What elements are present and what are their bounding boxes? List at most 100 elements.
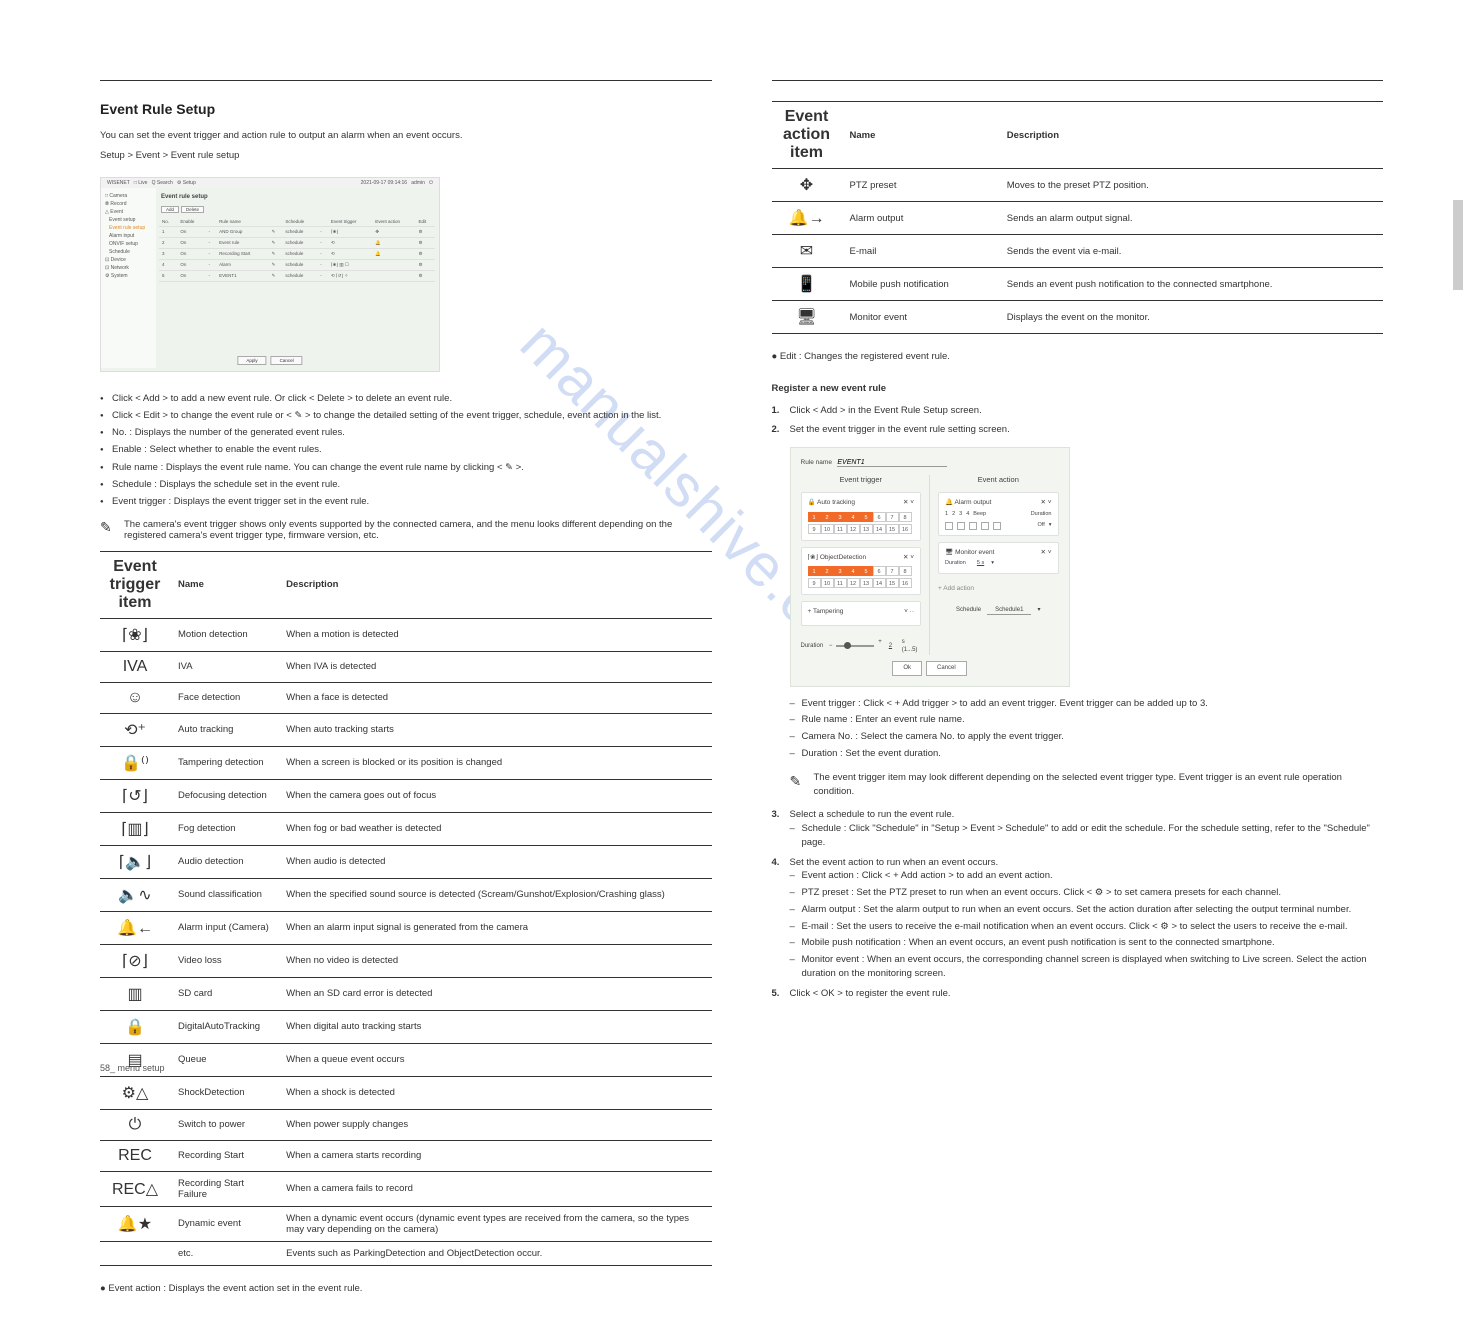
trigger-icon: REC△ (100, 1171, 170, 1206)
trigger-note: The camera's event trigger shows only ev… (124, 519, 712, 541)
th-desc: Description (278, 551, 711, 618)
note-item: Click < Edit > to change the event rule … (100, 409, 712, 422)
trigger-icon: 🔔★ (100, 1206, 170, 1241)
trigger-name: Fog detection (170, 812, 278, 845)
trigger-icon: ⟲⁺ (100, 713, 170, 746)
ui-screenshot-1: WISENET □ Live Q Search ⚙ Setup 2021-09-… (100, 177, 440, 372)
trigger-icon: ⌈▥⌋ (100, 812, 170, 845)
ui-screenshot-2: Rule name Event trigger 🔒 Auto tracking✕… (790, 447, 1070, 687)
trigger-desc: When auto tracking starts (278, 713, 711, 746)
note-item: Event trigger : Displays the event trigg… (100, 495, 712, 508)
trigger-desc: When a motion is detected (278, 618, 711, 651)
th-name: Name (842, 102, 999, 169)
trigger-desc: When an alarm input signal is generated … (278, 911, 711, 944)
trigger-desc: When audio is detected (278, 845, 711, 878)
trigger-icon: ⌈↺⌋ (100, 779, 170, 812)
trigger-icon: 🔒⁽⁾ (100, 746, 170, 779)
event-trigger-table: Event trigger itemNameDescription ⌈❀⌋Mot… (100, 551, 712, 1266)
trigger-desc: When digital auto tracking starts (278, 1010, 711, 1043)
action-icon: ✉ (772, 235, 842, 268)
trigger-icon: ⌈🔈⌋ (100, 845, 170, 878)
th-name: Name (170, 551, 278, 618)
th-icon: Event trigger item (100, 551, 170, 618)
trigger-name: etc. (170, 1241, 278, 1265)
trigger-icon: ▥ (100, 977, 170, 1010)
trigger-desc: When an SD card error is detected (278, 977, 711, 1010)
trigger-icon: IVA (100, 651, 170, 682)
right-column: Event action itemNameDescription ✥PTZ pr… (772, 80, 1384, 1301)
trigger-icon: ☺ (100, 682, 170, 713)
trigger-icon: ⌈❀⌋ (100, 618, 170, 651)
action-desc: Sends the event via e-mail. (999, 235, 1383, 268)
action-name: E-mail (842, 235, 999, 268)
action-desc: Displays the event on the monitor. (999, 301, 1383, 334)
step-2: Set the event trigger in the event rule … (772, 423, 1384, 798)
trigger-name: Face detection (170, 682, 278, 713)
trigger-icon: ⌈⊘⌋ (100, 944, 170, 977)
note-item: Enable : Select whether to enable the ev… (100, 443, 712, 456)
trigger-name: Motion detection (170, 618, 278, 651)
note-item: Click < Add > to add a new event rule. O… (100, 392, 712, 405)
trigger-name: Sound classification (170, 878, 278, 911)
event-action-lead: Event action : Displays the event action… (108, 1283, 362, 1294)
trigger-desc: When no video is detected (278, 944, 711, 977)
trigger-name: Recording Start Failure (170, 1171, 278, 1206)
menu-path: Setup > Event > Event rule setup (100, 149, 712, 163)
action-name: Mobile push notification (842, 268, 999, 301)
action-icon: 🖥 (772, 301, 842, 334)
trigger-desc: When a dynamic event occurs (dynamic eve… (278, 1206, 711, 1241)
trigger-desc: When the camera goes out of focus (278, 779, 711, 812)
action-icon: 🔔→ (772, 202, 842, 235)
trigger-desc: When a camera fails to record (278, 1171, 711, 1206)
trigger-name: Auto tracking (170, 713, 278, 746)
trigger-name: Alarm input (Camera) (170, 911, 278, 944)
step-1: Click < Add > in the Event Rule Setup sc… (772, 404, 1384, 418)
action-desc: Sends an alarm output signal. (999, 202, 1383, 235)
notes-list: Click < Add > to add a new event rule. O… (100, 392, 712, 509)
ok-button[interactable]: Ok (892, 661, 922, 676)
reg-note: The event trigger item may look differen… (814, 771, 1384, 799)
trigger-desc: When IVA is detected (278, 651, 711, 682)
trigger-icon: 🔒 (100, 1010, 170, 1043)
action-icon: 📱 (772, 268, 842, 301)
trigger-name: Recording Start (170, 1140, 278, 1171)
trigger-name: DigitalAutoTracking (170, 1010, 278, 1043)
action-desc: Moves to the preset PTZ position. (999, 169, 1383, 202)
side-tab (1453, 200, 1463, 290)
pencil-icon (100, 519, 116, 536)
note-item: Schedule : Displays the schedule set in … (100, 478, 712, 491)
trigger-name: Video loss (170, 944, 278, 977)
step-3: Select a schedule to run the event rule.… (772, 808, 1384, 849)
trigger-icon (100, 1241, 170, 1265)
trigger-desc: When a face is detected (278, 682, 711, 713)
action-desc: Sends an event push notification to the … (999, 268, 1383, 301)
action-icon: ✥ (772, 169, 842, 202)
edit-note: Edit : Changes the registered event rule… (780, 351, 950, 362)
trigger-desc: Events such as ParkingDetection and Obje… (278, 1241, 711, 1265)
trigger-name: Dynamic event (170, 1206, 278, 1241)
trigger-desc: When power supply changes (278, 1109, 711, 1140)
rule-name-input[interactable] (837, 459, 947, 467)
left-column: Event Rule Setup You can set the event t… (100, 80, 712, 1301)
register-steps: Click < Add > in the Event Rule Setup sc… (772, 404, 1384, 1001)
page-footer: 58_ menu setup (100, 1063, 1383, 1073)
trigger-name: IVA (170, 651, 278, 682)
trigger-name: Audio detection (170, 845, 278, 878)
ea-title: Event action (938, 475, 1059, 486)
pencil-icon (790, 771, 806, 791)
action-name: Alarm output (842, 202, 999, 235)
et-title: Event trigger (801, 475, 922, 486)
cancel-button[interactable]: Cancel (926, 661, 967, 676)
note-item: No. : Displays the number of the generat… (100, 426, 712, 439)
intro-text: You can set the event trigger and action… (100, 129, 712, 143)
trigger-desc: When the specified sound source is detec… (278, 878, 711, 911)
trigger-icon: 🔈∿ (100, 878, 170, 911)
register-heading: Register a new event rule (772, 382, 1384, 396)
section-title: Event Rule Setup (100, 101, 712, 117)
step-4: Set the event action to run when an even… (772, 856, 1384, 981)
note-item: Rule name : Displays the event rule name… (100, 461, 712, 474)
footer-left: 58_ menu setup (100, 1063, 165, 1073)
add-action[interactable]: + Add action (938, 580, 1059, 597)
trigger-desc: When a camera starts recording (278, 1140, 711, 1171)
trigger-desc: When fog or bad weather is detected (278, 812, 711, 845)
